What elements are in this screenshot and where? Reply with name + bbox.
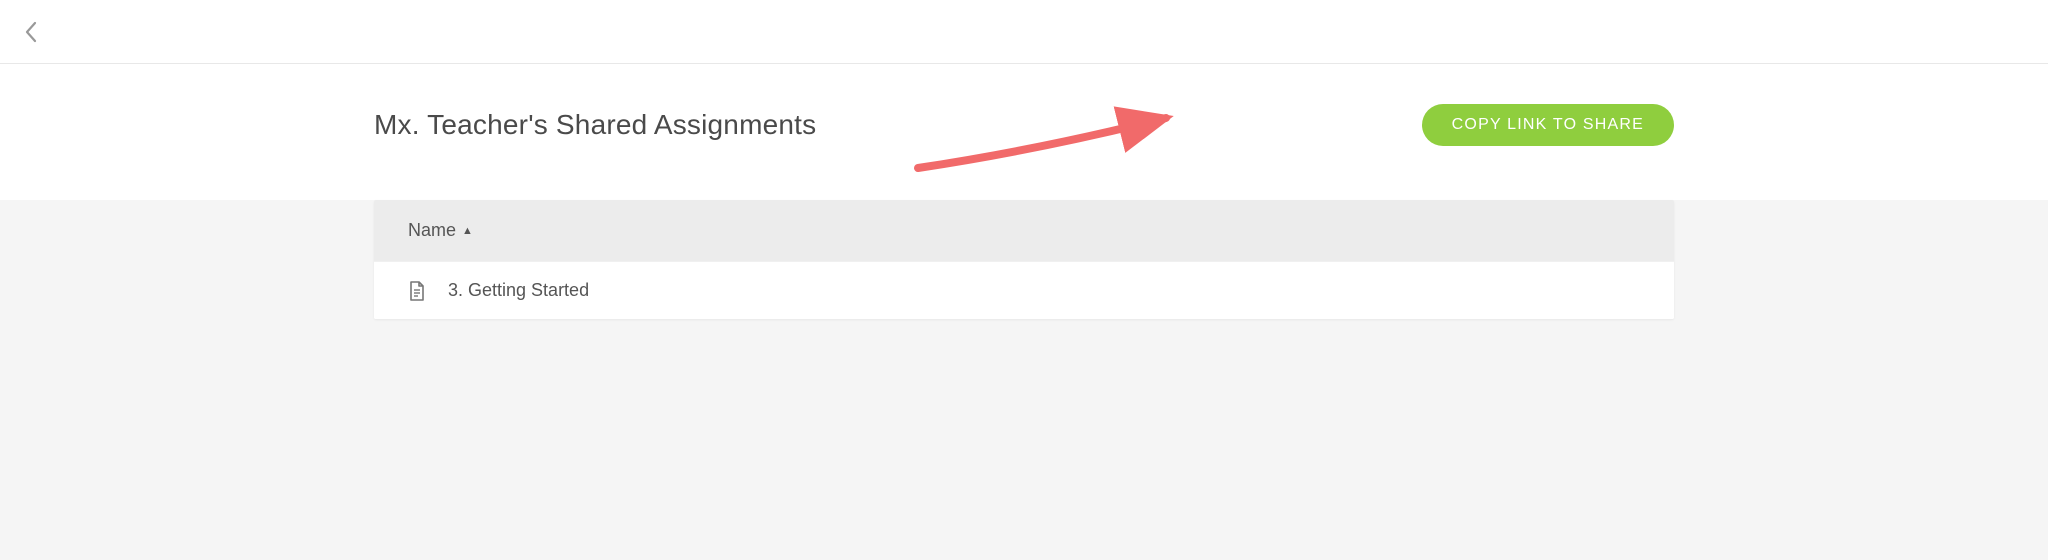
document-icon xyxy=(408,281,426,301)
sort-ascending-icon: ▲ xyxy=(462,225,473,237)
page-title: Mx. Teacher's Shared Assignments xyxy=(374,109,816,141)
copy-link-button[interactable]: COPY LINK TO SHARE xyxy=(1422,104,1674,146)
content-area: Mx. Teacher's Shared Assignments COPY LI… xyxy=(0,64,2048,560)
back-button[interactable] xyxy=(24,21,38,43)
page-header-row: Mx. Teacher's Shared Assignments COPY LI… xyxy=(374,104,1674,146)
top-bar xyxy=(0,0,2048,64)
column-header-name-label: Name xyxy=(408,220,456,241)
chevron-left-icon xyxy=(24,21,38,43)
table-row[interactable]: 3. Getting Started xyxy=(374,261,1674,319)
table-header: Name ▲ xyxy=(374,200,1674,261)
table-zone: Name ▲ 3. Getting Started xyxy=(0,200,2048,560)
assignments-table: Name ▲ 3. Getting Started xyxy=(374,200,1674,319)
row-label: 3. Getting Started xyxy=(448,280,589,301)
page-header-zone: Mx. Teacher's Shared Assignments COPY LI… xyxy=(0,64,2048,200)
column-header-name[interactable]: Name ▲ xyxy=(408,220,473,241)
